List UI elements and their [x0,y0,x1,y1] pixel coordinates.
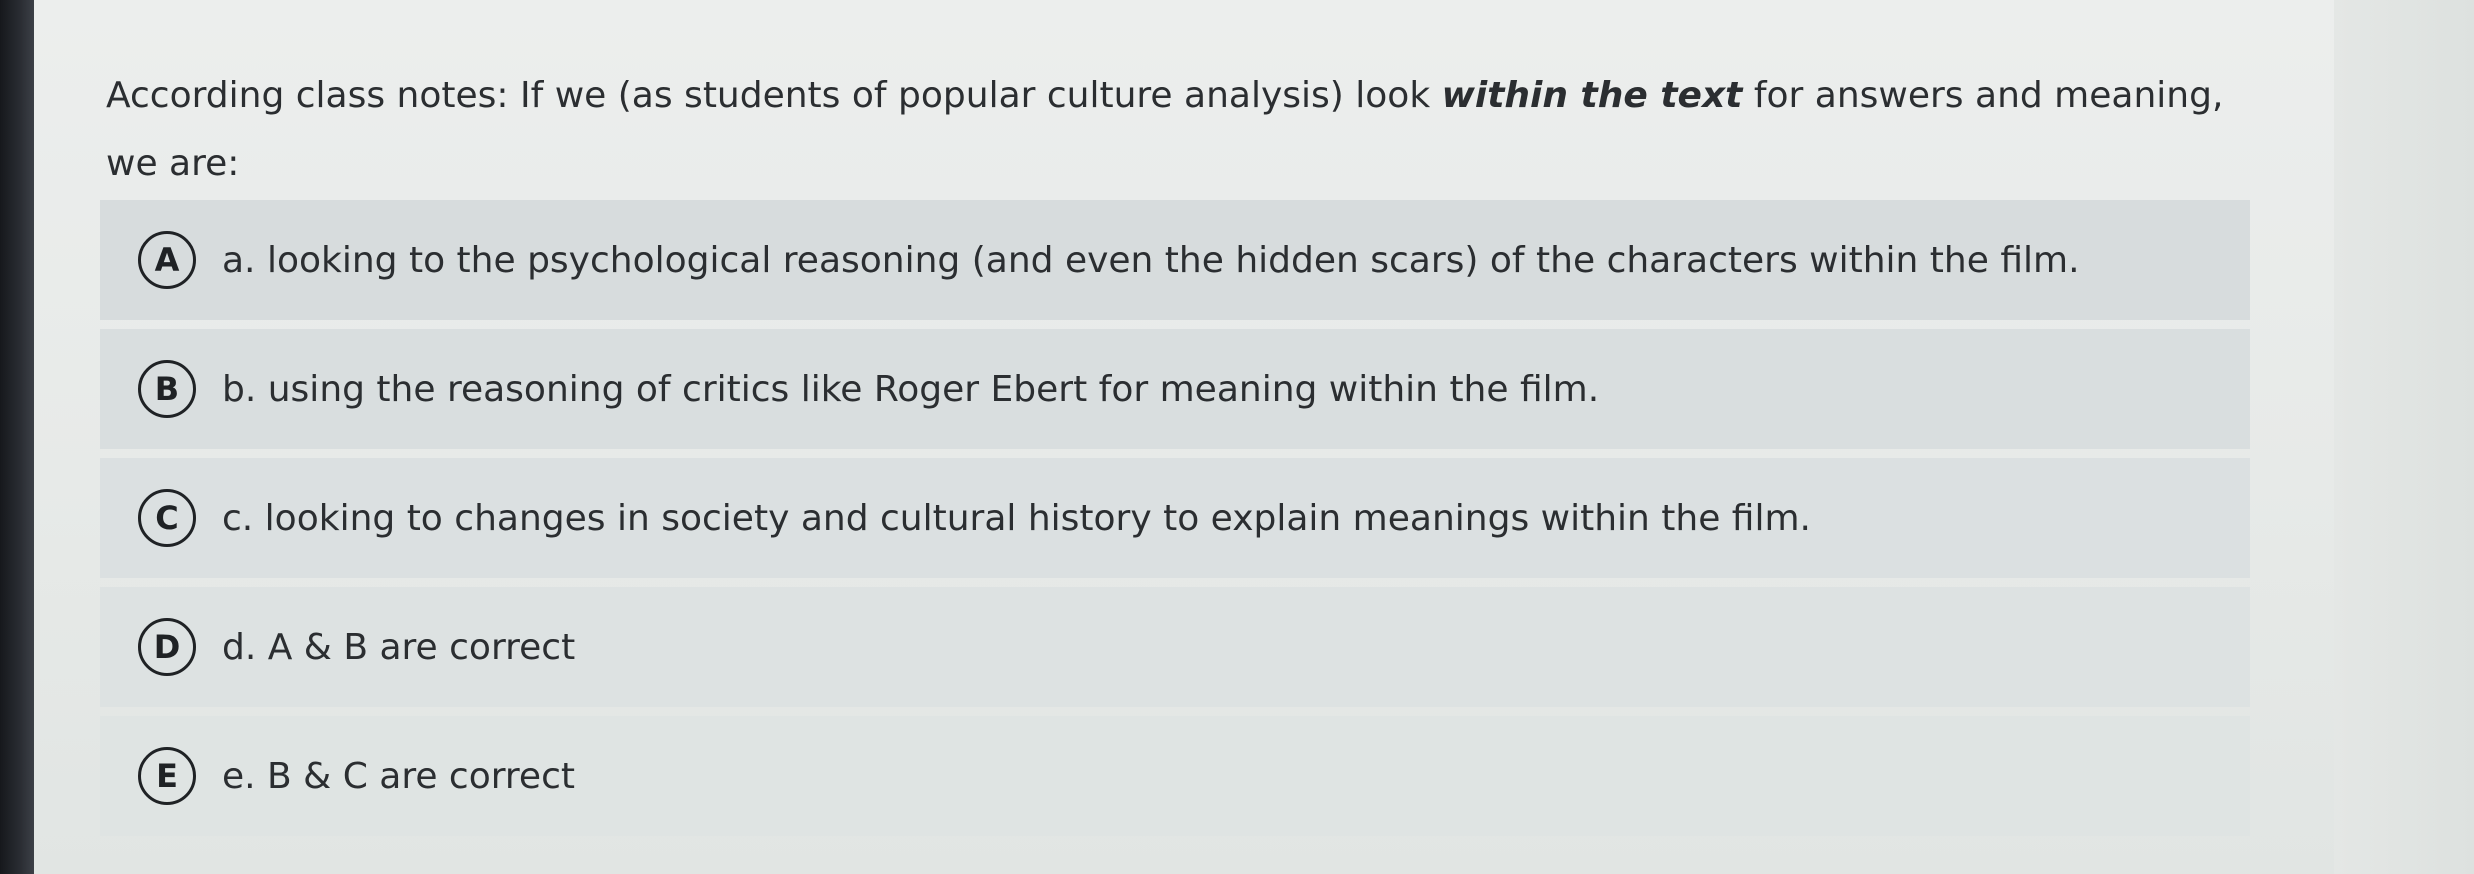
monitor-bezel [0,0,34,874]
option-b-radio[interactable]: B [138,360,196,418]
option-d[interactable]: D d. A & B are correct [100,587,2250,707]
question-text-start: According class notes: If we (as student… [106,75,1442,116]
option-a[interactable]: A a. looking to the psychological reason… [100,200,2250,320]
question-emphasis: within the text [1441,75,1743,116]
option-b-label: b. using the reasoning of critics like R… [222,368,1600,410]
option-b[interactable]: B b. using the reasoning of critics like… [100,329,2250,449]
option-a-radio[interactable]: A [138,231,196,289]
answer-options: A a. looking to the psychological reason… [100,200,2250,845]
option-e[interactable]: E e. B & C are correct [100,716,2250,836]
option-d-radio[interactable]: D [138,618,196,676]
option-e-label: e. B & C are correct [222,755,575,797]
question-prompt: According class notes: If we (as student… [106,62,2266,198]
option-d-label: d. A & B are correct [222,626,576,668]
screen-margin [2334,0,2474,874]
option-c-label: c. looking to changes in society and cul… [222,497,1811,539]
option-c[interactable]: C c. looking to changes in society and c… [100,458,2250,578]
option-c-radio[interactable]: C [138,489,196,547]
option-a-label: a. looking to the psychological reasonin… [222,239,2080,281]
option-e-radio[interactable]: E [138,747,196,805]
